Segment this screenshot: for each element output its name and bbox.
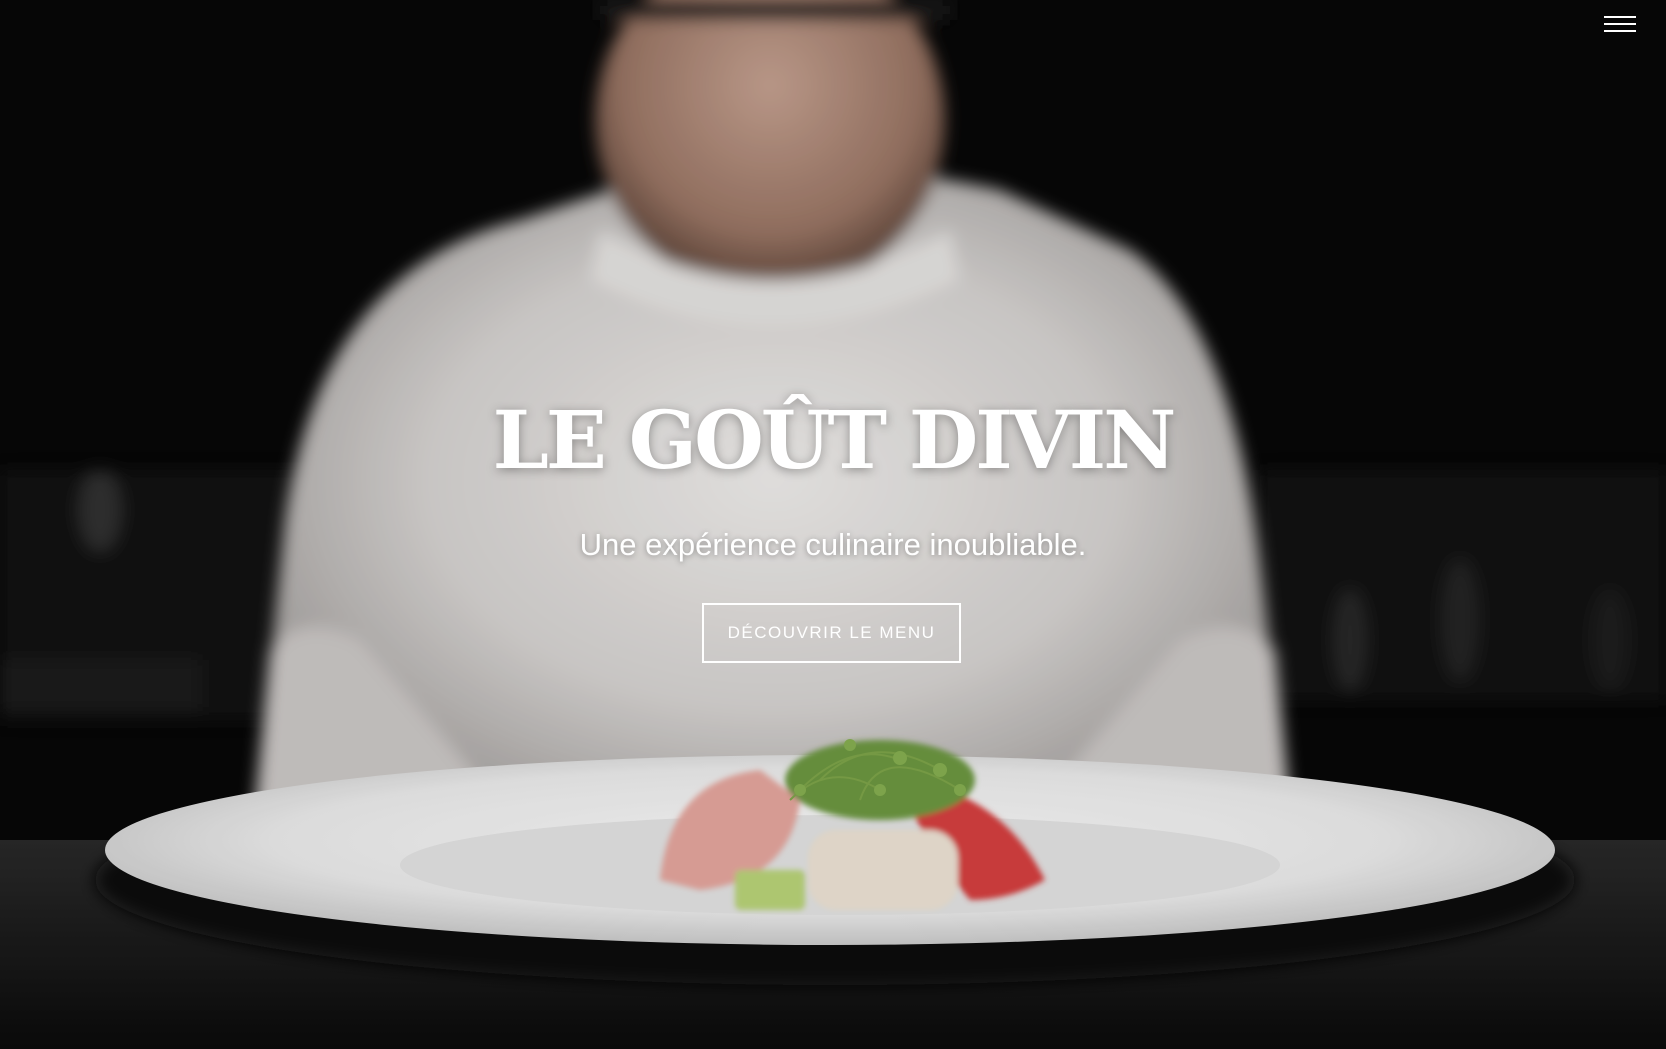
brand-title: LE GOÛT DIVIN	[492, 393, 1177, 487]
hero-section: LE GOÛT DIVIN Une expérience culinaire i…	[0, 0, 1666, 1049]
hero-content: LE GOÛT DIVIN Une expérience culinaire i…	[0, 0, 1666, 1049]
discover-menu-button[interactable]: DÉCOUVRIR LE MENU	[702, 603, 961, 663]
hero-tagline: Une expérience culinaire inoubliable.	[579, 527, 1087, 562]
